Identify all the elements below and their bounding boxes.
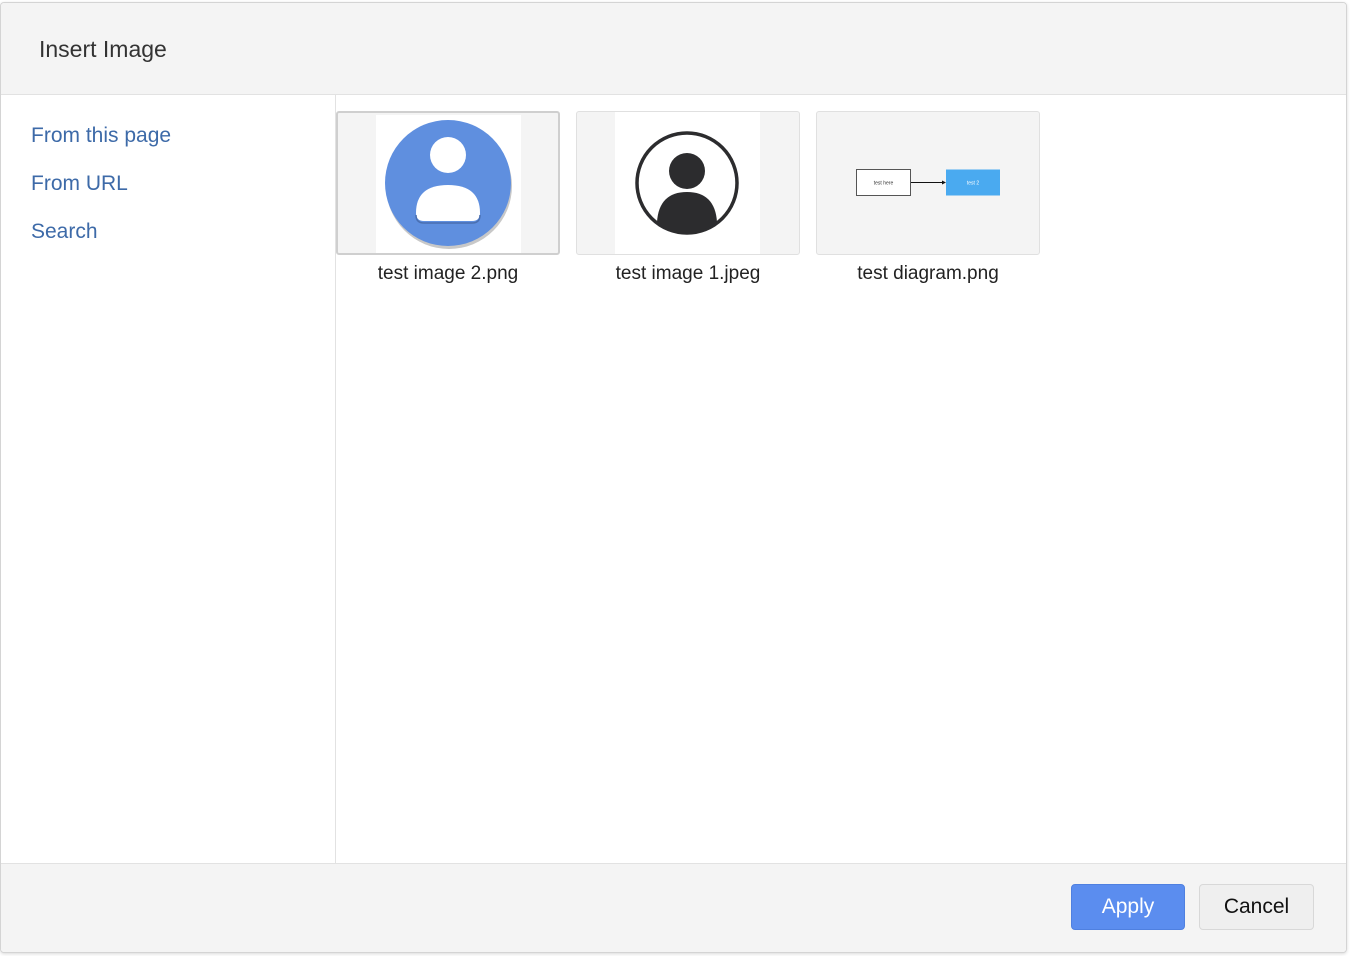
- image-caption: test diagram.png: [857, 263, 999, 284]
- image-tile[interactable]: test image 2.png: [336, 111, 560, 286]
- diagram-drawing: test here test 2: [856, 169, 1000, 196]
- image-gallery: test image 2.png test image 1.jpeg test …: [336, 95, 1346, 863]
- image-caption: test image 2.png: [377, 263, 519, 284]
- image-tile[interactable]: test image 1.jpeg: [576, 111, 800, 286]
- thumbnail-canvas: [376, 115, 521, 253]
- image-caption: test image 1.jpeg: [615, 263, 761, 284]
- user-circle-outline-icon: [635, 131, 739, 235]
- sidebar-item-from-this-page[interactable]: From this page: [31, 124, 171, 148]
- thumbnail-canvas: [615, 112, 760, 254]
- cancel-button[interactable]: Cancel: [1199, 884, 1314, 930]
- sidebar-item-from-url[interactable]: From URL: [31, 172, 128, 196]
- sidebar-item-search[interactable]: Search: [31, 220, 98, 244]
- image-thumbnail-selected[interactable]: [336, 111, 560, 255]
- image-thumbnail[interactable]: test here test 2: [816, 111, 1040, 255]
- user-avatar-blue-icon: [385, 120, 512, 249]
- dialog-header: Insert Image: [1, 3, 1346, 95]
- diagram-box1-text: test here: [874, 181, 894, 187]
- apply-button[interactable]: Apply: [1071, 884, 1185, 930]
- diagram-thumbnail: test here test 2: [856, 168, 1001, 198]
- dialog-footer: Apply Cancel: [1, 863, 1346, 952]
- insert-image-dialog: Insert Image From this page From URL Sea…: [0, 2, 1347, 953]
- diagram-box2-text: test 2: [967, 181, 979, 187]
- image-tile[interactable]: test here test 2 test diagram.png: [816, 111, 1040, 286]
- dialog-title: Insert Image: [39, 36, 167, 62]
- source-sidebar: From this page From URL Search: [1, 95, 336, 863]
- image-thumbnail[interactable]: [576, 111, 800, 255]
